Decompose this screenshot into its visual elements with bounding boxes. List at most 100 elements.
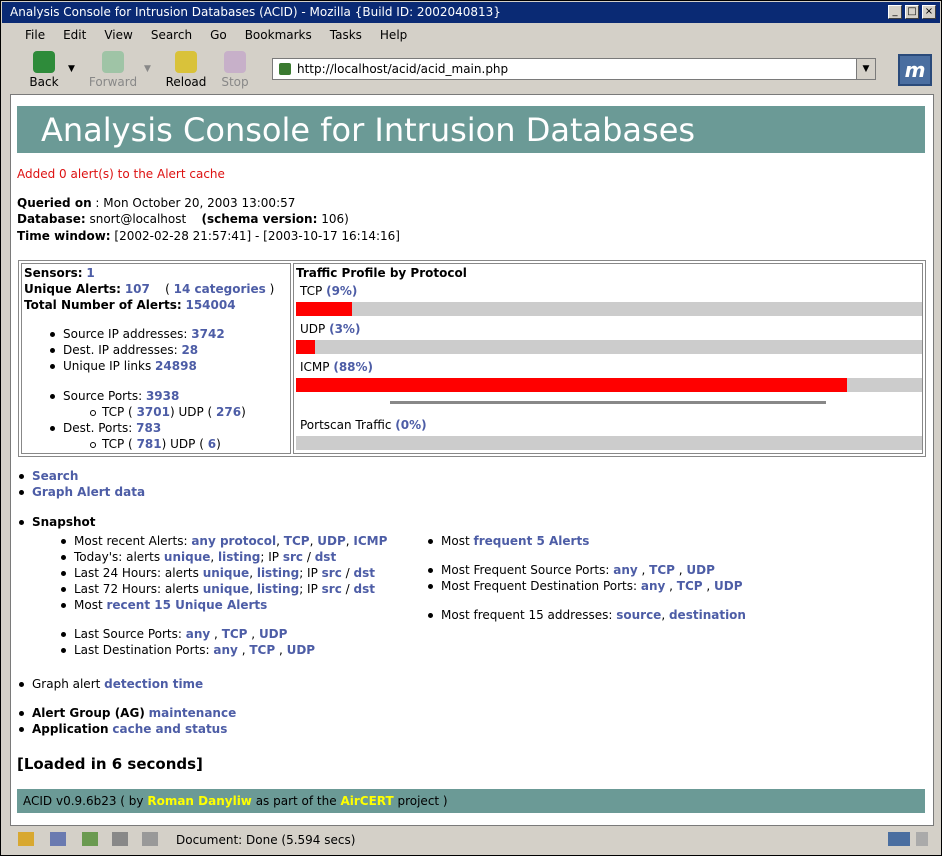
- menu-tasks[interactable]: Tasks: [320, 27, 370, 45]
- addressbook-icon[interactable]: [112, 832, 128, 846]
- status-bar: Document: Done (5.594 secs): [2, 828, 940, 854]
- forward-button[interactable]: Forward: [86, 51, 140, 89]
- freq-src-udp-link[interactable]: UDP: [686, 563, 715, 577]
- dest-udp-link[interactable]: 6: [208, 437, 216, 451]
- navigator-icon[interactable]: [18, 832, 34, 846]
- last24-unique-link[interactable]: unique: [203, 566, 249, 580]
- frequent5-link[interactable]: frequent 5 Alerts: [473, 534, 589, 548]
- last24-src-link[interactable]: src: [322, 566, 342, 580]
- menu-search[interactable]: Search: [141, 27, 200, 45]
- source-ports-link[interactable]: 3938: [146, 389, 179, 403]
- ag-maintenance-link[interactable]: maintenance: [149, 706, 237, 720]
- reload-button[interactable]: Reload: [164, 51, 208, 89]
- menu-go[interactable]: Go: [200, 27, 235, 45]
- freq15-source-link[interactable]: source: [616, 608, 661, 622]
- recent-udp-link[interactable]: UDP: [317, 534, 346, 548]
- icmp-pct-link[interactable]: (88%): [333, 360, 373, 374]
- last-dst-any-link[interactable]: any: [213, 643, 237, 657]
- last-src-tcp-link[interactable]: TCP: [222, 627, 248, 641]
- recent-tcp-link[interactable]: TCP: [284, 534, 310, 548]
- mozilla-logo-icon[interactable]: m: [898, 54, 932, 86]
- categories-link[interactable]: 14 categories: [174, 282, 266, 296]
- last72-listing-link[interactable]: listing: [257, 582, 299, 596]
- url-dropdown-icon[interactable]: ▼: [856, 59, 875, 79]
- dest-tcp-link[interactable]: 781: [137, 437, 162, 451]
- menu-view[interactable]: View: [94, 27, 140, 45]
- recent-any-link[interactable]: any protocol: [191, 534, 276, 548]
- freq15-destination-link[interactable]: destination: [669, 608, 746, 622]
- search-link[interactable]: Search: [32, 469, 78, 483]
- author-link[interactable]: Roman Danyliw: [147, 794, 252, 808]
- window-title: Analysis Console for Intrusion Databases…: [10, 5, 501, 19]
- freq-src-tcp-link[interactable]: TCP: [649, 563, 675, 577]
- stop-icon: [224, 51, 246, 73]
- graph-alert-link[interactable]: Graph Alert data: [32, 485, 145, 499]
- last24-dst-link[interactable]: dst: [354, 566, 375, 580]
- stop-button[interactable]: Stop: [218, 51, 252, 89]
- menu-help[interactable]: Help: [370, 27, 415, 45]
- alert-stats: Sensors: 1 Unique Alerts: 107 ( 14 categ…: [21, 263, 291, 454]
- minimize-button[interactable]: _: [888, 5, 902, 19]
- freq-dst-tcp-link[interactable]: TCP: [677, 579, 703, 593]
- recent-icmp-link[interactable]: ICMP: [353, 534, 387, 548]
- last24-listing-link[interactable]: listing: [257, 566, 299, 580]
- navigation-toolbar: Back ▼ Forward ▼ Reload Stop http://loca…: [2, 48, 940, 92]
- recent15-link[interactable]: recent 15 Unique Alerts: [106, 598, 267, 612]
- last-dst-tcp-link[interactable]: TCP: [249, 643, 275, 657]
- sensors-link[interactable]: 1: [86, 266, 94, 280]
- last72-dst-link[interactable]: dst: [354, 582, 375, 596]
- freq-dst-any-link[interactable]: any: [641, 579, 665, 593]
- freq-dst-udp-link[interactable]: UDP: [714, 579, 743, 593]
- mail-icon[interactable]: [50, 832, 66, 846]
- detection-time-link[interactable]: detection time: [104, 677, 203, 691]
- url-text[interactable]: http://localhost/acid/acid_main.php: [297, 62, 508, 76]
- page-title: Analysis Console for Intrusion Databases: [41, 111, 696, 149]
- close-button[interactable]: ×: [922, 5, 936, 19]
- today-unique-link[interactable]: unique: [164, 550, 210, 564]
- last-src-udp-link[interactable]: UDP: [259, 627, 288, 641]
- tcp-bar: [296, 302, 922, 316]
- freq-src-any-link[interactable]: any: [613, 563, 637, 577]
- stats-panel: Sensors: 1 Unique Alerts: 107 ( 14 categ…: [18, 260, 926, 457]
- last72-src-link[interactable]: src: [322, 582, 342, 596]
- unique-alerts-link[interactable]: 107: [125, 282, 150, 296]
- menu-bookmarks[interactable]: Bookmarks: [235, 27, 320, 45]
- profile-divider: [390, 401, 826, 404]
- dest-ip-link[interactable]: 28: [181, 343, 198, 357]
- dest-ports-link[interactable]: 783: [136, 421, 161, 435]
- cache-status-link[interactable]: cache and status: [112, 722, 227, 736]
- menu-edit[interactable]: Edit: [53, 27, 94, 45]
- title-bar[interactable]: Analysis Console for Intrusion Databases…: [2, 2, 940, 23]
- irc-icon[interactable]: [142, 832, 158, 846]
- source-tcp-link[interactable]: 3701: [137, 405, 170, 419]
- last-src-any-link[interactable]: any: [186, 627, 210, 641]
- total-alerts-link[interactable]: 154004: [185, 298, 235, 312]
- forward-dropdown-icon[interactable]: ▼: [144, 64, 151, 74]
- udp-pct-link[interactable]: (3%): [329, 322, 360, 336]
- url-bar[interactable]: http://localhost/acid/acid_main.php ▼: [272, 58, 876, 80]
- queried-on: Queried on : Mon October 20, 2003 13:00:…: [17, 196, 296, 210]
- browser-window: Analysis Console for Intrusion Databases…: [0, 0, 942, 856]
- source-udp-link[interactable]: 276: [216, 405, 241, 419]
- aircert-link[interactable]: AirCERT: [340, 794, 393, 808]
- today-src-link[interactable]: src: [283, 550, 303, 564]
- source-ip-link[interactable]: 3742: [191, 327, 224, 341]
- menu-file[interactable]: File: [15, 27, 53, 45]
- back-arrow-icon: [33, 51, 55, 73]
- ip-links-link[interactable]: 24898: [155, 359, 197, 373]
- back-button[interactable]: Back: [24, 51, 64, 89]
- cache-message: Added 0 alert(s) to the Alert cache: [17, 167, 225, 181]
- page-banner: Analysis Console for Intrusion Databases: [17, 106, 925, 153]
- portscan-pct-link[interactable]: (0%): [395, 418, 426, 432]
- back-dropdown-icon[interactable]: ▼: [68, 64, 75, 74]
- composer-icon[interactable]: [82, 832, 98, 846]
- tcp-pct-link[interactable]: (9%): [326, 284, 357, 298]
- page-content: Analysis Console for Intrusion Databases…: [10, 94, 934, 826]
- today-listing-link[interactable]: listing: [218, 550, 260, 564]
- last-dst-udp-link[interactable]: UDP: [287, 643, 316, 657]
- last72-unique-link[interactable]: unique: [203, 582, 249, 596]
- today-dst-link[interactable]: dst: [315, 550, 336, 564]
- online-icon[interactable]: [888, 832, 910, 846]
- reload-icon: [175, 51, 197, 73]
- maximize-button[interactable]: □: [905, 5, 919, 19]
